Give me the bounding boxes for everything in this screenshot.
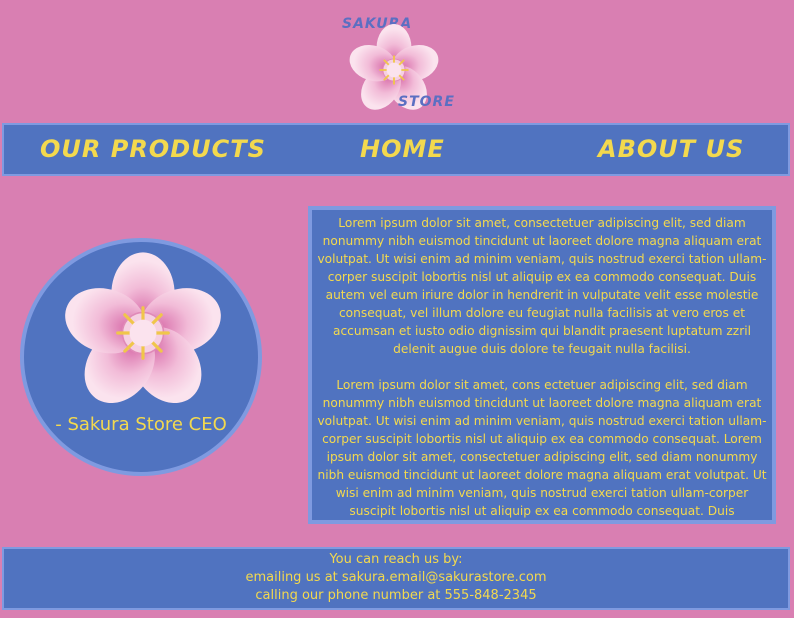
- ceo-badge: - Sakura Store CEO: [20, 238, 262, 476]
- nav-link-home[interactable]: HOME: [360, 135, 445, 163]
- nav-link-our-products[interactable]: OUR PRODUCTS: [40, 135, 266, 163]
- ceo-caption: - Sakura Store CEO: [55, 414, 227, 435]
- about-text-panel: Lorem ipsum dolor sit amet, consectetuer…: [308, 206, 776, 524]
- contact-email[interactable]: emailing us at sakura.email@sakurastore.…: [4, 569, 788, 587]
- contact-footer: You can reach us by: emailing us at saku…: [2, 547, 790, 610]
- store-logo[interactable]: SAKURA STORE: [340, 10, 455, 115]
- contact-heading: You can reach us by:: [329, 552, 463, 567]
- paragraph-1: Lorem ipsum dolor sit amet, consectetuer…: [317, 216, 767, 356]
- contact-phone[interactable]: calling our phone number at 555-848-2345: [4, 587, 788, 605]
- paragraph-2: Lorem ipsum dolor sit amet, cons ectetue…: [317, 378, 767, 518]
- logo-word-store: STORE: [398, 94, 455, 110]
- nav-link-about-us[interactable]: ABOUT US: [598, 135, 744, 163]
- cherry-blossom-icon: [65, 252, 221, 404]
- main-nav: OUR PRODUCTS HOME ABOUT US: [2, 123, 790, 176]
